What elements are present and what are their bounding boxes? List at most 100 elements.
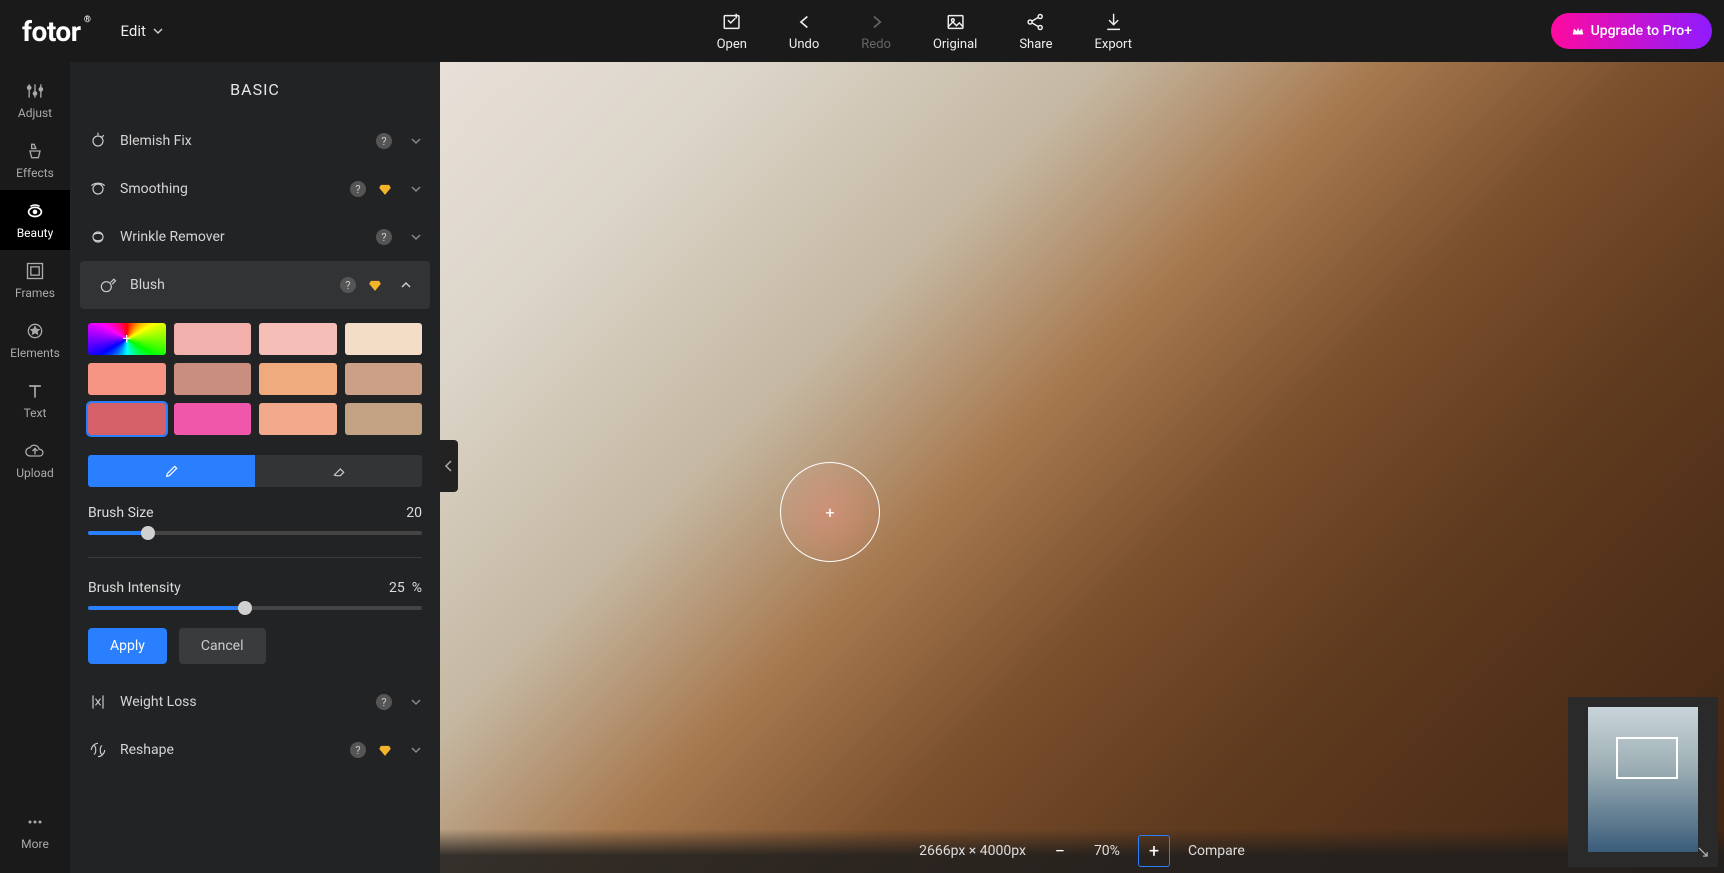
topbar: fotor® Edit Open Undo Redo Original Shar… xyxy=(0,0,1724,62)
slider-thumb[interactable] xyxy=(238,601,252,615)
edit-menu[interactable]: Edit xyxy=(121,22,164,40)
blemish-fix-icon xyxy=(88,131,108,151)
swatch-color-selected[interactable] xyxy=(88,403,166,435)
export-icon xyxy=(1102,11,1124,33)
reshape-icon xyxy=(88,740,108,760)
diamond-icon xyxy=(378,182,392,196)
brush-draw-button[interactable] xyxy=(88,455,255,487)
color-swatches: + xyxy=(88,323,422,435)
help-icon[interactable]: ? xyxy=(350,742,366,758)
compare-button[interactable]: Compare xyxy=(1188,843,1245,859)
sidebar-item-adjust[interactable]: Adjust xyxy=(0,70,70,130)
text-icon xyxy=(24,380,46,402)
slider-fill xyxy=(88,531,148,535)
help-icon[interactable]: ? xyxy=(350,181,366,197)
help-icon[interactable]: ? xyxy=(376,229,392,245)
undo-action[interactable]: Undo xyxy=(789,11,819,52)
help-icon[interactable]: ? xyxy=(376,133,392,149)
undo-icon xyxy=(793,11,815,33)
tool-blemish-fix[interactable]: Blemish Fix ? xyxy=(70,117,440,165)
tool-weight-loss[interactable]: Weight Loss ? xyxy=(70,678,440,726)
action-buttons: Apply Cancel xyxy=(88,628,422,664)
apply-button[interactable]: Apply xyxy=(88,628,167,664)
redo-icon xyxy=(865,11,887,33)
swatch-custom-color[interactable]: + xyxy=(88,323,166,355)
slider-track[interactable] xyxy=(88,606,422,610)
brush-intensity-slider: Brush Intensity 25 % xyxy=(88,580,422,610)
tool-name: Blush xyxy=(130,277,328,293)
sidebar-label: Frames xyxy=(15,286,55,300)
redo-action[interactable]: Redo xyxy=(861,11,891,52)
chevron-down-icon xyxy=(410,696,422,708)
minimap-viewport[interactable] xyxy=(1616,737,1678,779)
chevron-down-icon xyxy=(152,25,164,37)
cancel-button[interactable]: Cancel xyxy=(179,628,266,664)
tool-name: Reshape xyxy=(120,742,338,758)
canvas-area[interactable]: + xyxy=(440,62,1724,873)
swatch-color[interactable] xyxy=(174,363,252,395)
sidebar-item-elements[interactable]: Elements xyxy=(0,310,70,370)
swatch-color[interactable] xyxy=(345,403,423,435)
more-icon xyxy=(24,811,46,833)
swatch-color[interactable] xyxy=(174,323,252,355)
tool-blush[interactable]: Blush ? xyxy=(80,261,430,309)
sidebar-item-text[interactable]: Text xyxy=(0,370,70,430)
upgrade-pro-button[interactable]: Upgrade to Pro+ xyxy=(1551,13,1712,49)
swatch-color[interactable] xyxy=(174,403,252,435)
sidebar-item-beauty[interactable]: Beauty xyxy=(0,190,70,250)
pencil-icon xyxy=(164,463,180,479)
swatch-color[interactable] xyxy=(259,363,337,395)
share-action[interactable]: Share xyxy=(1019,11,1052,52)
status-bar: 2666px × 4000px − 70% + Compare xyxy=(440,829,1724,873)
tool-reshape[interactable]: Reshape ? xyxy=(70,726,440,774)
sidebar-vertical: Adjust Effects Beauty Frames Elements Te… xyxy=(0,62,70,873)
tool-panel: BASIC Blemish Fix ? Smoothing ? Wrinkle … xyxy=(70,62,440,873)
brush-intensity-value: 25 % xyxy=(389,580,422,596)
swatch-color[interactable] xyxy=(345,363,423,395)
swatch-color[interactable] xyxy=(259,403,337,435)
sidebar-item-more[interactable]: More xyxy=(0,801,70,861)
upgrade-label: Upgrade to Pro+ xyxy=(1591,23,1692,39)
minimap[interactable] xyxy=(1568,697,1718,867)
help-icon[interactable]: ? xyxy=(340,277,356,293)
swatch-color[interactable] xyxy=(345,323,423,355)
sidebar-label: Elements xyxy=(10,346,60,360)
panel-collapse-handle[interactable] xyxy=(440,440,458,492)
canvas-image[interactable] xyxy=(440,62,1724,873)
tool-name: Weight Loss xyxy=(120,694,364,710)
help-icon[interactable]: ? xyxy=(376,694,392,710)
brush-erase-button[interactable] xyxy=(255,455,422,487)
sidebar-label: Beauty xyxy=(17,226,54,240)
original-label: Original xyxy=(933,37,977,52)
chevron-down-icon xyxy=(410,183,422,195)
minimap-expand-icon[interactable] xyxy=(1696,845,1710,859)
swatch-color[interactable] xyxy=(88,363,166,395)
minimap-image[interactable] xyxy=(1588,707,1698,852)
slider-fill xyxy=(88,606,245,610)
brand-logo[interactable]: fotor® xyxy=(22,15,81,48)
undo-label: Undo xyxy=(789,37,819,52)
sidebar-item-upload[interactable]: Upload xyxy=(0,430,70,490)
slider-thumb[interactable] xyxy=(141,526,155,540)
original-action[interactable]: Original xyxy=(933,11,977,52)
open-action[interactable]: Open xyxy=(717,11,747,52)
tool-wrinkle-remover[interactable]: Wrinkle Remover ? xyxy=(70,213,440,261)
sidebar-label: Text xyxy=(24,406,47,420)
sidebar-item-frames[interactable]: Frames xyxy=(0,250,70,310)
zoom-out-button[interactable]: − xyxy=(1044,835,1076,867)
open-icon xyxy=(721,11,743,33)
smoothing-icon xyxy=(88,179,108,199)
export-action[interactable]: Export xyxy=(1094,11,1132,52)
tool-name: Wrinkle Remover xyxy=(120,229,364,245)
tool-smoothing[interactable]: Smoothing ? xyxy=(70,165,440,213)
sidebar-label: Adjust xyxy=(18,106,52,120)
slider-track[interactable] xyxy=(88,531,422,535)
panel-title: BASIC xyxy=(70,62,440,117)
swatch-color[interactable] xyxy=(259,323,337,355)
zoom-in-button[interactable]: + xyxy=(1138,835,1170,867)
tool-name: Smoothing xyxy=(120,181,338,197)
sidebar-item-effects[interactable]: Effects xyxy=(0,130,70,190)
redo-label: Redo xyxy=(861,37,891,52)
brush-size-slider: Brush Size 20 xyxy=(88,505,422,535)
weight-loss-icon xyxy=(88,692,108,712)
